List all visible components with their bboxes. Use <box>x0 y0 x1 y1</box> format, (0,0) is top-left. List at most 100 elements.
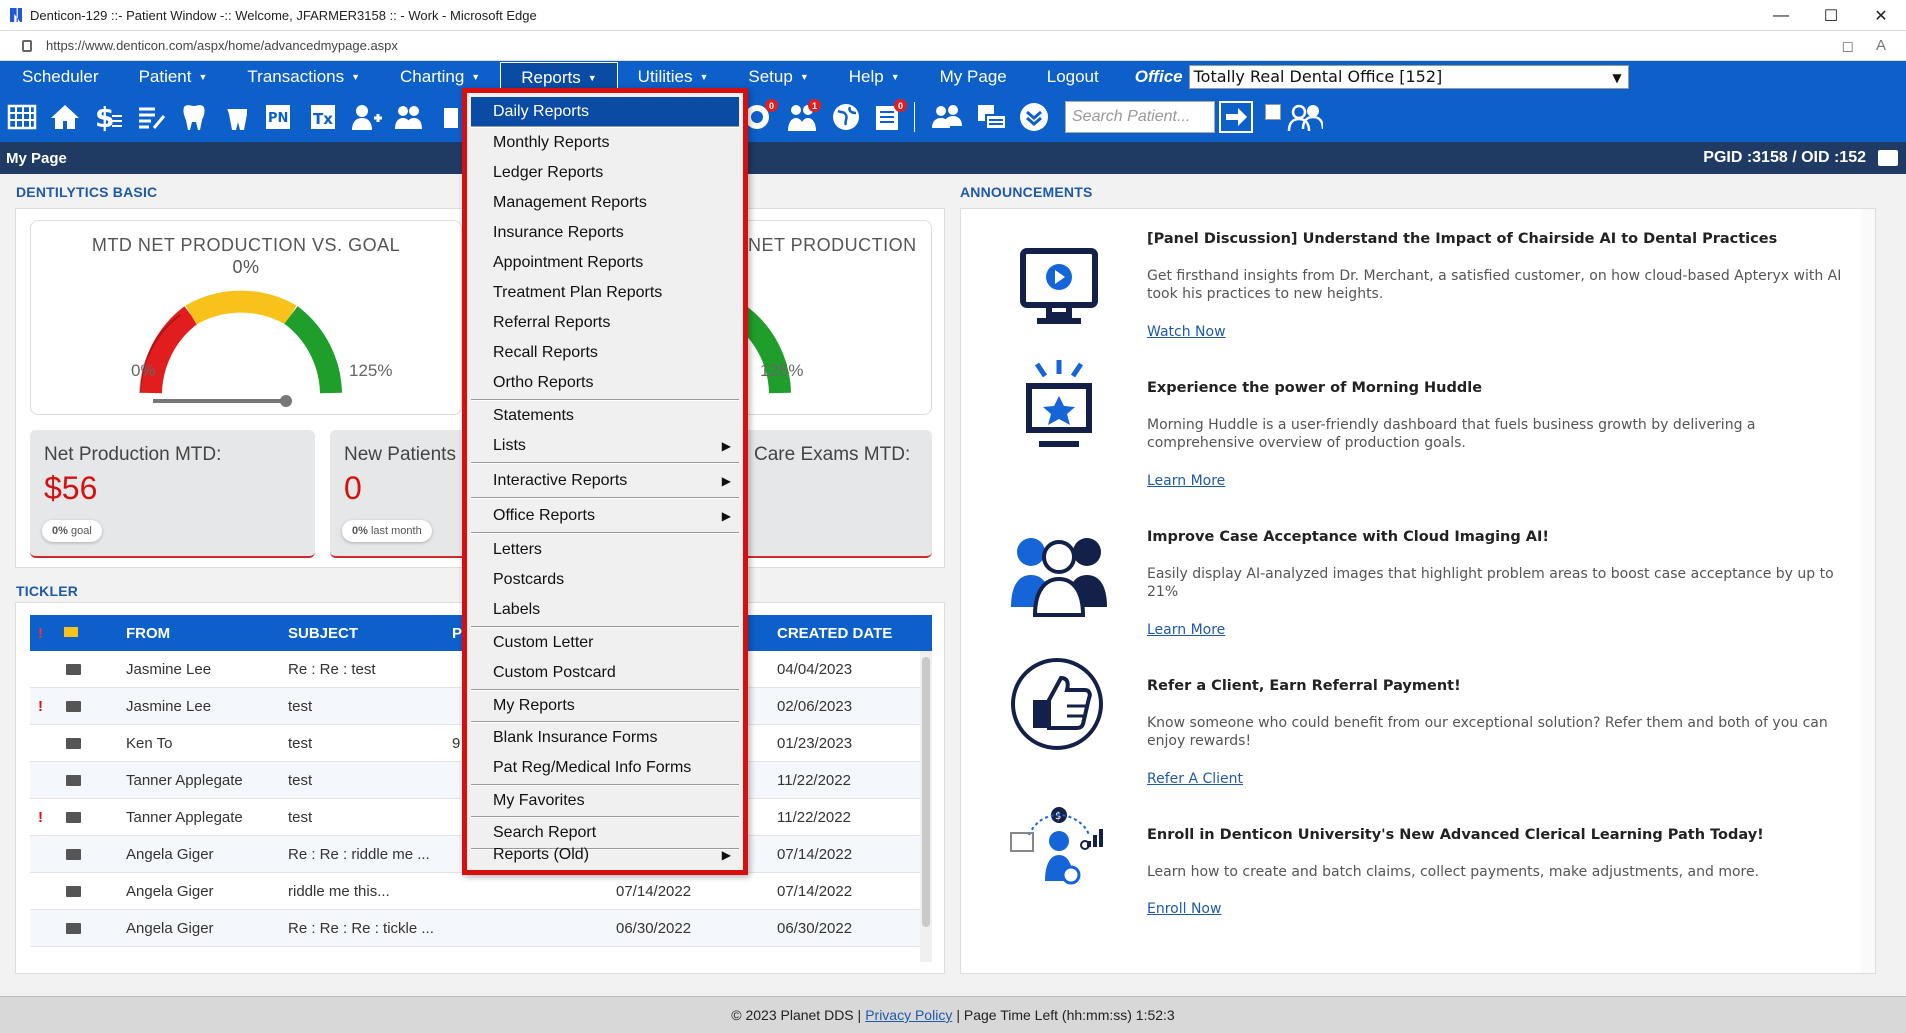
menu-label: Scheduler <box>22 66 99 86</box>
menu-item-letters[interactable]: Letters <box>471 535 739 565</box>
menu-item-insurance-reports[interactable]: Insurance Reports <box>471 218 739 248</box>
table-row[interactable]: Angela Giger Re : Re : Re : tickle ... 06/… <box>30 910 932 947</box>
chevron-down-circle-icon[interactable] <box>1016 97 1052 137</box>
menu-help[interactable]: Help ▼ <box>829 61 920 92</box>
globe-icon[interactable] <box>828 97 864 137</box>
gauge-graphic <box>139 290 342 407</box>
alerts-badge: 0 <box>765 99 778 112</box>
menu-item-ortho-reports[interactable]: Ortho Reports <box>471 368 739 398</box>
envelope-icon <box>66 923 81 934</box>
add-family-icon[interactable] <box>391 97 427 137</box>
pill-label: last month <box>370 525 422 537</box>
menu-item-labels[interactable]: Labels <box>471 595 739 625</box>
minimize-icon[interactable]: — <box>1756 0 1806 31</box>
scroll-thumb[interactable] <box>922 657 930 927</box>
col-subject[interactable]: SUBJECT <box>288 625 358 642</box>
metric-net-production: Net Production MTD: $56 0% goal <box>30 430 315 558</box>
menu-scheduler[interactable]: Scheduler <box>0 61 119 92</box>
menu-item-label: Treatment Plan Reports <box>493 284 663 301</box>
refer-client-link[interactable]: Refer A Client <box>1147 771 1243 787</box>
cell-created-date: 07/14/2022 <box>777 846 853 863</box>
menu-label: Transactions <box>247 66 345 86</box>
menu-item-blank-insurance-forms[interactable]: Blank Insurance Forms <box>471 723 739 753</box>
menu-patient[interactable]: Patient ▼ <box>119 61 228 92</box>
tab-icon[interactable]: ◻ <box>1842 37 1854 55</box>
menu-item-interactive-reports[interactable]: Interactive Reports ▶ <box>471 466 739 496</box>
group-icon[interactable] <box>930 97 966 137</box>
search-placeholder: Search Patient... <box>1072 108 1191 125</box>
menu-label: Charting <box>400 66 465 86</box>
menu-item-label: Custom Letter <box>493 634 594 651</box>
menu-item-my-favorites[interactable]: My Favorites <box>471 786 739 816</box>
url-text[interactable]: https://www.denticon.com/aspx/home/advan… <box>46 38 398 53</box>
read-aloud-icon[interactable]: A <box>1876 37 1886 55</box>
menu-item-recall-reports[interactable]: Recall Reports <box>471 338 739 368</box>
address-bar[interactable]: https://www.denticon.com/aspx/home/advan… <box>0 31 1906 61</box>
office-select[interactable]: Totally Real Dental Office [152] ▼ <box>1188 64 1629 89</box>
menu-transactions[interactable]: Transactions ▼ <box>227 61 380 92</box>
col-created-date[interactable]: CREATED DATE <box>777 625 892 642</box>
patients-queue-icon[interactable]: 1 <box>785 97 821 137</box>
gauge-min-label: 0% <box>131 361 156 380</box>
menu-logout[interactable]: Logout <box>1027 61 1119 92</box>
print-batch-icon[interactable] <box>973 97 1009 137</box>
col-from[interactable]: FROM <box>126 625 170 642</box>
menu-item-daily-reports[interactable]: Daily Reports <box>471 97 739 127</box>
toolbar-checkbox[interactable] <box>1265 104 1281 120</box>
announcements-scrollbar[interactable] <box>1861 209 1875 973</box>
menu-item-label: Ortho Reports <box>493 374 594 391</box>
menu-item-label: Lists <box>493 437 526 454</box>
menu-item-monthly-reports[interactable]: Monthly Reports <box>471 128 739 158</box>
search-go-button[interactable] <box>1219 101 1253 133</box>
checklist-icon[interactable] <box>133 97 169 137</box>
announcement-body: Easily display AI-analyzed images that h… <box>1147 566 1834 600</box>
menu-my-page[interactable]: My Page <box>920 61 1027 92</box>
tasks-icon[interactable]: 0 <box>871 97 907 137</box>
team-settings-icon[interactable] <box>1287 97 1323 137</box>
table-row[interactable]: Angela Giger riddle me this... 07/14/2022 0… <box>30 873 932 910</box>
pn-note-icon[interactable]: PN <box>262 97 298 137</box>
menu-item-management-reports[interactable]: Management Reports <box>471 188 739 218</box>
menu-item-label: Appointment Reports <box>493 254 644 271</box>
mail-header-icon <box>64 627 78 637</box>
cell-from: Angela Giger <box>126 883 214 900</box>
maximize-icon[interactable]: ☐ <box>1806 0 1856 31</box>
cell-subject: test <box>288 809 313 826</box>
menu-item-reports-old[interactable]: Reports (Old) ▶ <box>471 840 739 870</box>
close-icon[interactable]: ✕ <box>1856 0 1906 31</box>
menu-separator <box>471 497 739 499</box>
tickler-scrollbar[interactable] <box>920 651 932 962</box>
caret-down-icon: ▼ <box>351 71 361 82</box>
enroll-now-link[interactable]: Enroll Now <box>1147 901 1221 917</box>
dollar-icon[interactable]: $ <box>90 97 126 137</box>
menu-item-ledger-reports[interactable]: Ledger Reports <box>471 158 739 188</box>
printer-icon[interactable] <box>1878 150 1898 166</box>
menu-item-custom-letter[interactable]: Custom Letter <box>471 628 739 658</box>
calendar-icon[interactable] <box>4 97 40 137</box>
menu-item-referral-reports[interactable]: Referral Reports <box>471 308 739 338</box>
chart-tooth-icon[interactable] <box>219 97 255 137</box>
menu-item-custom-postcard[interactable]: Custom Postcard <box>471 658 739 688</box>
menu-item-appointment-reports[interactable]: Appointment Reports <box>471 248 739 278</box>
tooth-icon[interactable] <box>176 97 212 137</box>
tx-plan-icon[interactable]: Tx <box>305 97 341 137</box>
home-icon[interactable] <box>47 97 83 137</box>
col-p[interactable]: P <box>452 625 462 642</box>
learn-more-link[interactable]: Learn More <box>1147 622 1225 638</box>
search-patient-input[interactable]: Search Patient... <box>1065 101 1215 133</box>
menu-item-postcards[interactable]: Postcards <box>471 565 739 595</box>
watch-now-link[interactable]: Watch Now <box>1147 324 1226 340</box>
cell-subject: riddle me this... <box>288 883 390 900</box>
menu-item-lists[interactable]: Lists ▶ <box>471 431 739 461</box>
menu-item-office-reports[interactable]: Office Reports ▶ <box>471 501 739 531</box>
learn-more-link[interactable]: Learn More <box>1147 473 1225 489</box>
add-patient-icon[interactable] <box>348 97 384 137</box>
menu-item-treatment-plan-reports[interactable]: Treatment Plan Reports <box>471 278 739 308</box>
privacy-policy-link[interactable]: Privacy Policy <box>865 1007 952 1023</box>
menu-item-pat-reg-forms[interactable]: Pat Reg/Medical Info Forms <box>471 753 739 783</box>
menu-item-statements[interactable]: Statements <box>471 401 739 431</box>
reports-dropdown-menu: Daily Reports Monthly Reports Ledger Rep… <box>462 88 748 875</box>
cell-date: 07/14/2022 <box>616 883 692 900</box>
svg-text:PN: PN <box>268 111 288 126</box>
menu-item-my-reports[interactable]: My Reports <box>471 691 739 721</box>
